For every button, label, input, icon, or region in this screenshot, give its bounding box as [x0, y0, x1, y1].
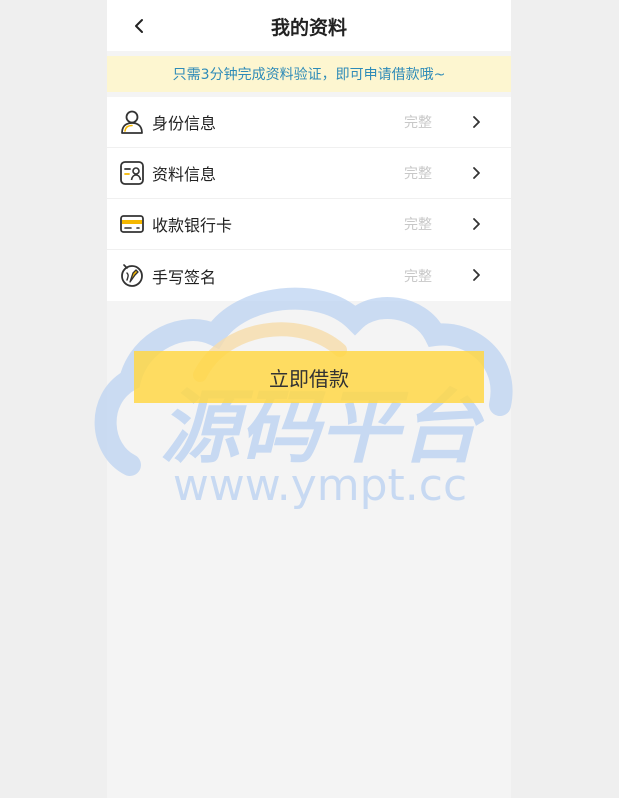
- profile-item-label: 资料信息: [152, 165, 217, 184]
- signature-icon: [121, 264, 143, 287]
- chevron-right-icon: [473, 269, 480, 281]
- user-icon: [121, 110, 143, 134]
- profile-item-status: 完整: [404, 166, 432, 182]
- profile-item-label: 收款银行卡: [152, 216, 233, 235]
- page-title: 我的资料: [270, 17, 347, 39]
- profile-item-label: 手写签名: [152, 267, 217, 287]
- profile-list: 身份信息 完整 资料信息 完整 收款银行卡 完整 手写签名 完整: [107, 97, 511, 301]
- profile-item-info[interactable]: 资料信息 完整: [107, 148, 511, 199]
- profile-item-identity[interactable]: 身份信息 完整: [107, 97, 511, 148]
- profile-item-status: 完整: [404, 268, 432, 285]
- profile-item-status: 完整: [404, 115, 432, 131]
- chevron-right-icon: [473, 167, 480, 179]
- profile-item-signature[interactable]: 手写签名 完整: [107, 250, 511, 301]
- notice-banner: 只需3分钟完成资料验证，即可申请借款哦~: [107, 56, 511, 92]
- profile-item-label: 身份信息: [152, 114, 217, 133]
- profile-item-status: 完整: [404, 217, 432, 233]
- nav-header: 我的资料: [107, 0, 511, 51]
- chevron-right-icon: [473, 218, 480, 230]
- apply-loan-button[interactable]: 立即借款: [134, 351, 484, 403]
- chevron-right-icon: [473, 116, 480, 128]
- profile-item-bank-card[interactable]: 收款银行卡 完整: [107, 199, 511, 250]
- id-card-icon: [120, 161, 144, 185]
- bank-card-icon: [120, 215, 144, 233]
- notice-text: 只需3分钟完成资料验证，即可申请借款哦~: [172, 67, 446, 83]
